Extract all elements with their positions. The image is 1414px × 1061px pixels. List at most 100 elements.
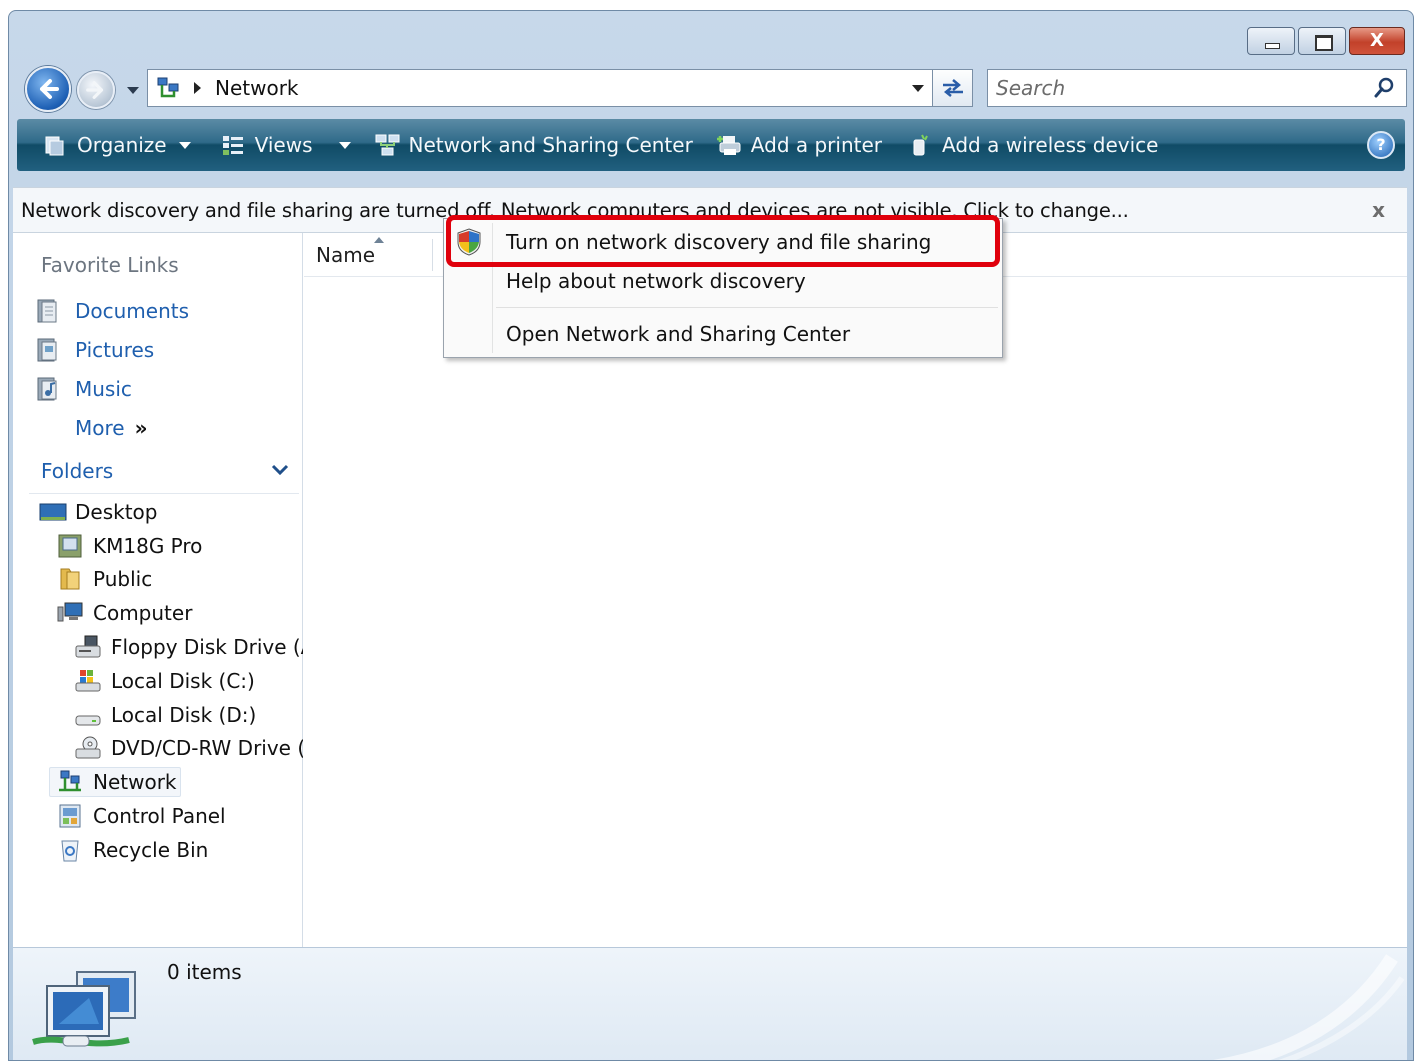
tree-item-label: DVD/CD-RW Drive ( [111,736,303,761]
uac-shield-icon [457,228,481,256]
tree-item-label: Public [93,567,153,592]
network-icon [57,770,83,794]
favorite-links-list: Documents Pictures Music More » [35,291,189,447]
dvd-drive-icon [75,736,101,760]
add-printer-label: Add a printer [750,133,883,157]
column-divider[interactable] [432,239,433,271]
folders-heading[interactable]: Folders [41,459,291,483]
help-icon: ? [1376,135,1386,154]
search-icon[interactable] [1372,76,1396,100]
recent-pages-dropdown[interactable] [127,87,139,94]
menu-item-help-discovery[interactable]: Help about network discovery [506,269,806,293]
tree-item-desktop[interactable]: Desktop [13,495,303,529]
folder-icon [57,567,83,591]
disk-icon [75,703,101,727]
refresh-button[interactable] [933,69,973,107]
help-button[interactable]: ? [1367,131,1395,159]
tree-item-label: Control Panel [93,804,226,829]
recycle-bin-icon [57,838,83,862]
menu-item-open-sharing-center[interactable]: Open Network and Sharing Center [506,322,850,346]
views-icon [221,133,245,157]
network-computers-icon [32,971,136,1047]
tree-item-floppy[interactable]: Floppy Disk Drive (A [13,630,303,664]
tree-item-local-disk-d[interactable]: Local Disk (D:) [13,698,303,732]
tree-item-label: Computer [93,601,193,626]
menu-separator [496,307,998,308]
system-disk-icon [75,669,101,693]
tree-item-public[interactable]: Public [13,563,303,597]
pictures-icon [35,337,61,363]
maximize-button[interactable] [1298,27,1346,55]
double-chevron-icon: » [134,415,148,440]
navigation-pane: Favorite Links Documents Pictures Music … [13,233,303,947]
address-bar[interactable]: Network [147,69,933,107]
favorite-link-music[interactable]: Music [35,369,189,408]
details-pane: 0 items [13,947,1407,1060]
favorite-link-pictures[interactable]: Pictures [35,330,189,369]
music-icon [35,376,61,402]
add-wireless-device-button[interactable]: Add a wireless device [900,125,1166,165]
tree-item-computer[interactable]: Computer [13,596,303,630]
user-folder-icon [57,534,83,558]
printer-icon [716,133,741,157]
close-window-button[interactable]: X [1349,27,1405,55]
tree-item-recycle-bin[interactable]: Recycle Bin [13,833,303,867]
tree-item-label: Desktop [75,499,158,524]
folders-divider [29,493,299,494]
explorer-window: X Network Search Organize Views Network … [8,10,1414,1061]
address-dropdown-icon[interactable] [912,85,924,92]
tree-item-label: Local Disk (D:) [111,702,257,727]
views-label: Views [254,133,313,157]
network-sharing-icon [375,133,399,157]
views-dropdown-icon [338,141,351,149]
close-icon: X [1370,30,1384,51]
organize-icon [43,133,67,157]
forward-button[interactable] [77,71,115,109]
network-sharing-center-button[interactable]: Network and Sharing Center [367,125,701,165]
computer-icon [57,601,83,625]
back-button[interactable] [25,66,71,112]
folder-tree: Desktop KM18G Pro Public Computer Floppy… [13,495,303,867]
tree-item-dvd-drive[interactable]: DVD/CD-RW Drive ( [13,732,303,766]
favorite-link-label: Documents [75,298,190,323]
more-links-button[interactable]: More » [35,408,189,447]
tree-item-label: Local Disk (C:) [111,668,255,693]
organize-button[interactable]: Organize [35,125,199,165]
network-sharing-label: Network and Sharing Center [408,133,693,157]
favorite-link-documents[interactable]: Documents [35,291,189,330]
search-box[interactable] [987,69,1407,107]
decorative-swoosh [1212,954,1405,1060]
network-icon [156,76,180,100]
views-button[interactable]: Views [213,125,359,165]
breadcrumb-network[interactable]: Network [215,76,299,100]
tree-item-local-disk-c[interactable]: Local Disk (C:) [13,664,303,698]
add-printer-button[interactable]: Add a printer [709,125,890,165]
command-bar: Organize Views Network and Sharing Cente… [17,119,1405,171]
tree-item-control-panel[interactable]: Control Panel [13,799,303,833]
item-count: 0 items [167,960,242,984]
arrow-left-icon [40,79,59,99]
wireless-device-icon [908,133,932,157]
chevron-down-icon[interactable] [271,463,289,477]
control-panel-icon [57,804,83,828]
arrow-right-icon [86,81,104,99]
tree-item-label: KM18G Pro [93,533,203,558]
menu-item-turn-on-discovery[interactable]: Turn on network discovery and file shari… [506,230,931,254]
minimize-button[interactable] [1247,27,1295,55]
network-discovery-menu: Turn on network discovery and file shari… [443,218,1003,358]
tree-item-label: Floppy Disk Drive (A [111,635,303,660]
tree-item-km18g-pro[interactable]: KM18G Pro [13,529,303,563]
menu-icon-gutter [492,223,493,353]
more-links-label: More [75,415,125,440]
favorite-link-label: Music [75,376,132,401]
search-input[interactable] [996,75,1356,101]
floppy-drive-icon [75,635,101,659]
breadcrumb-arrow-icon[interactable] [194,82,201,94]
tree-item-network[interactable]: Network [13,765,303,799]
favorite-links-heading: Favorite Links [41,253,179,277]
tree-item-label: Network [93,770,177,795]
column-header-name[interactable]: Name [316,243,375,267]
info-bar-close-icon[interactable]: x [1372,198,1385,222]
refresh-icon [942,79,963,97]
organize-dropdown-icon [178,141,191,149]
